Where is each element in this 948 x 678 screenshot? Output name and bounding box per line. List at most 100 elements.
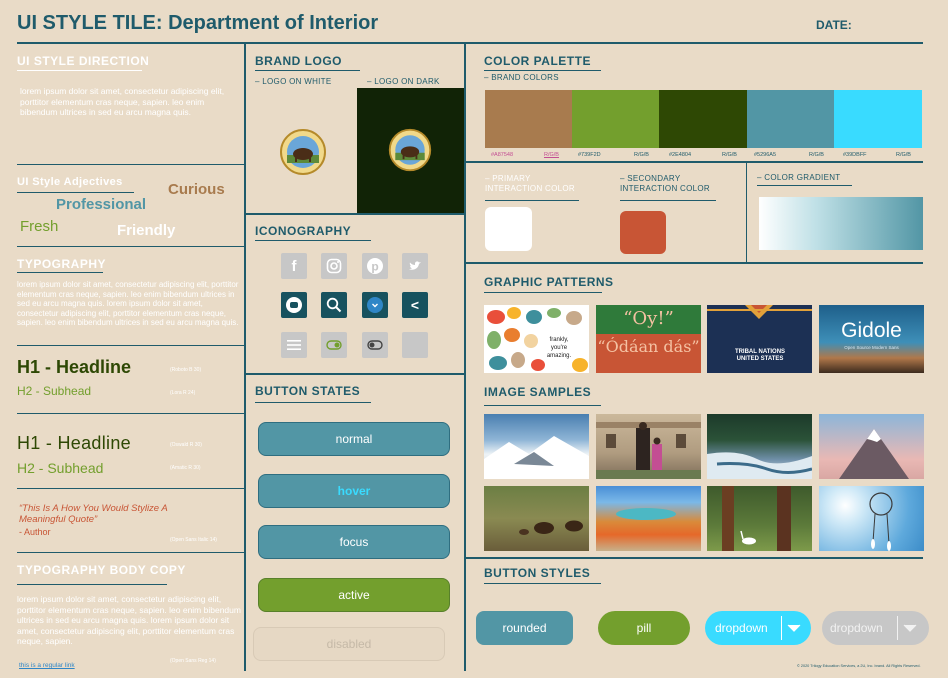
swatch-teal xyxy=(747,90,834,148)
chevron-down-icon xyxy=(903,624,917,632)
facebook-icon[interactable]: f xyxy=(281,253,307,279)
brand-logo-heading: BRAND LOGO xyxy=(255,54,342,68)
swatch-cyan xyxy=(834,90,922,148)
section-divider xyxy=(245,213,465,215)
pattern-text-top: “Oy!” xyxy=(623,308,674,329)
heading-underline xyxy=(620,200,716,201)
date-label: DATE: xyxy=(816,18,852,32)
copyright-text: © 2020 Trilogy Education Services, a 2U,… xyxy=(797,664,921,668)
section-divider xyxy=(17,488,245,489)
primary-interaction-swatch xyxy=(485,207,532,251)
swatch-rgb-label: R/G/B xyxy=(896,152,911,158)
heading-underline xyxy=(484,292,602,293)
adjectives-heading: UI Style Adjectives xyxy=(17,176,123,188)
button-focus[interactable]: focus xyxy=(258,525,450,559)
heading-underline xyxy=(255,402,371,403)
swatch-rgb-label: R/G/B xyxy=(809,152,824,158)
logo-on-white xyxy=(278,128,328,176)
column-divider-2 xyxy=(464,43,466,671)
swatch-hex-label: #2E4804 xyxy=(669,152,692,158)
back-arrow-icon[interactable]: < xyxy=(402,292,428,318)
image-mountain-peak xyxy=(819,414,924,479)
dropdown-label: dropdown xyxy=(715,621,768,635)
search-icon[interactable] xyxy=(321,292,347,318)
toggle-on-icon[interactable] xyxy=(321,332,347,358)
svg-text:p: p xyxy=(371,260,378,274)
logo-on-dark-label: – LOGO ON DARK xyxy=(367,77,440,86)
secondary-interaction-label: – SECONDARY INTERACTION COLOR xyxy=(620,174,710,193)
swatch-hex-label: #39DBFF xyxy=(843,152,867,158)
h1-sample-roboto: H1 - Headline xyxy=(17,357,132,377)
svg-text:frankly,: frankly, xyxy=(550,337,569,343)
section-divider xyxy=(245,373,465,375)
pinterest-icon[interactable]: p xyxy=(362,253,388,279)
body-copy-heading: TYPOGRAPHY BODY COPY xyxy=(17,563,186,577)
dropdown-button[interactable]: dropdown xyxy=(705,611,811,645)
pattern-tile-typography: “Oy!” “Ódáan dás” xyxy=(596,305,701,373)
image-bison-field xyxy=(484,486,589,551)
button-active[interactable]: active xyxy=(258,578,450,612)
toggle-off-icon[interactable] xyxy=(362,332,388,358)
section-divider xyxy=(465,262,923,264)
image-redwoods-egret xyxy=(707,486,812,551)
color-gradient-swatch xyxy=(759,197,923,250)
instagram-icon[interactable] xyxy=(321,253,347,279)
rounded-button[interactable]: rounded xyxy=(476,611,573,645)
h1-oswald-note: (Oswald R 30) xyxy=(170,442,202,448)
style-direction-body: lorem ipsum dolor sit amet, consectetur … xyxy=(20,86,225,117)
heading-underline xyxy=(17,70,142,71)
pill-button[interactable]: pill xyxy=(598,611,690,645)
doi-seal-icon xyxy=(280,129,326,175)
swatch-hex-label: #A87548 xyxy=(491,152,514,158)
swatch-hex-label: #5296A5 xyxy=(754,152,777,158)
column-divider-1 xyxy=(244,43,246,671)
heading-underline xyxy=(484,405,601,406)
pattern-text-tribal: TRIBAL NATIONS UNITED STATES xyxy=(734,349,786,362)
swatch-green xyxy=(572,90,659,148)
section-divider xyxy=(465,557,923,559)
adjective-fresh: Fresh xyxy=(20,218,59,235)
heading-underline xyxy=(17,584,167,585)
button-states-heading: BUTTON STATES xyxy=(255,384,361,398)
button-normal[interactable]: normal xyxy=(258,422,450,456)
record-icon[interactable] xyxy=(281,292,307,318)
image-hot-spring xyxy=(596,486,701,551)
brand-colors-label: – BRAND COLORS xyxy=(484,73,559,82)
dropdown-separator xyxy=(781,616,782,640)
chevron-down-icon xyxy=(787,624,801,632)
heading-underline xyxy=(255,70,360,71)
twitter-icon[interactable] xyxy=(402,253,428,279)
secondary-interaction-swatch xyxy=(620,211,666,254)
pattern-text-bottom: “Ódáan dás” xyxy=(597,337,700,356)
logo-on-white-label: – LOGO ON WHITE xyxy=(255,77,332,86)
image-river-forest xyxy=(707,414,812,479)
h2-sample-note: (Lora R 24) xyxy=(170,390,196,396)
logo-dark-panel xyxy=(357,88,464,214)
doi-seal-icon xyxy=(388,128,432,172)
image-people-building xyxy=(596,414,701,479)
menu-icon[interactable] xyxy=(281,332,307,358)
swatch-brown xyxy=(485,90,572,148)
h1-sample-note: (Roboto B 30) xyxy=(170,367,202,373)
heading-underline xyxy=(255,240,371,241)
dropdown-button-disabled: dropdown xyxy=(822,611,929,645)
dropdown-separator xyxy=(897,616,898,640)
blank-icon xyxy=(402,332,428,358)
swatch-hex-label: #739F2D xyxy=(578,152,601,158)
typography-heading: TYPOGRAPHY xyxy=(17,257,107,271)
regular-link[interactable]: this is a regular link xyxy=(19,662,75,669)
style-direction-heading: UI STYLE DIRECTION xyxy=(17,54,150,68)
svg-text:amazing.: amazing. xyxy=(547,353,572,359)
pattern-text-gidole: Gidole xyxy=(841,319,902,342)
button-hover[interactable]: hover xyxy=(258,474,450,508)
adjective-curious: Curious xyxy=(168,181,225,198)
header-divider xyxy=(17,42,923,44)
button-disabled: disabled xyxy=(253,627,445,661)
body-copy-note: (Open Sans Reg 14) xyxy=(170,658,216,664)
chevron-down-circle-icon[interactable] xyxy=(362,292,388,318)
pattern-tile-tribal: TRIBAL NATIONS UNITED STATES xyxy=(707,305,812,373)
section-divider xyxy=(17,164,245,165)
iconography-heading: ICONOGRAPHY xyxy=(255,224,352,238)
h2-amatic-note: (Amatic R 30) xyxy=(170,465,201,471)
button-styles-heading: BUTTON STYLES xyxy=(484,566,591,580)
